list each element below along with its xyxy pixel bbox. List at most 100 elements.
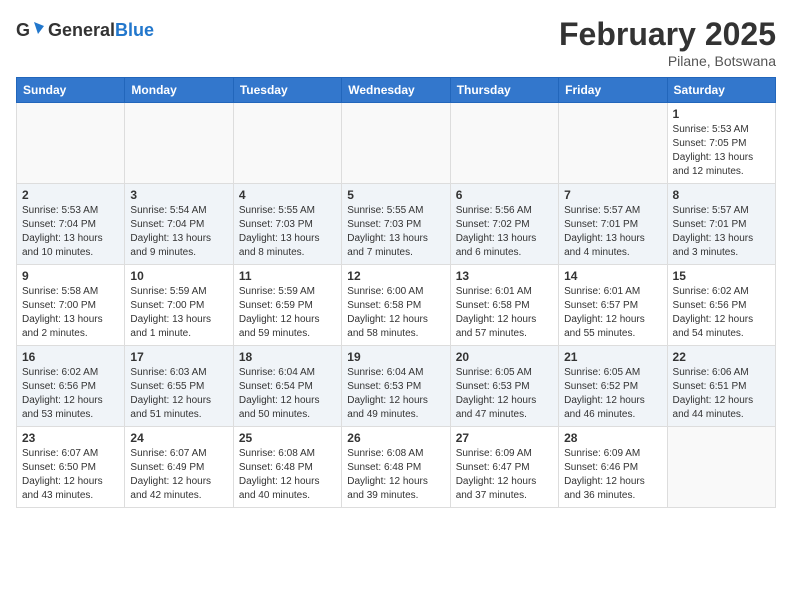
day-number: 11	[239, 269, 336, 283]
day-info: Sunrise: 5:59 AM Sunset: 7:00 PM Dayligh…	[130, 285, 227, 341]
day-info: Sunrise: 6:08 AM Sunset: 6:48 PM Dayligh…	[239, 447, 336, 503]
day-info: Sunrise: 6:07 AM Sunset: 6:49 PM Dayligh…	[130, 447, 227, 503]
calendar-cell: 4 Sunrise: 5:55 AM Sunset: 7:03 PM Daylig…	[233, 184, 341, 265]
calendar-cell	[233, 103, 341, 184]
day-number: 2	[22, 188, 119, 202]
day-number: 21	[564, 350, 661, 364]
calendar-cell	[17, 103, 125, 184]
calendar-cell: 1 Sunrise: 5:53 AM Sunset: 7:05 PM Daylig…	[667, 103, 775, 184]
page-header: G GeneralBlue February 2025 Pilane, Bots…	[16, 16, 776, 69]
day-number: 4	[239, 188, 336, 202]
day-number: 19	[347, 350, 444, 364]
day-number: 13	[456, 269, 553, 283]
calendar-cell: 22 Sunrise: 6:06 AM Sunset: 6:51 PM Dayli…	[667, 346, 775, 427]
day-number: 20	[456, 350, 553, 364]
title-block: February 2025 Pilane, Botswana	[559, 16, 776, 69]
day-info: Sunrise: 6:04 AM Sunset: 6:54 PM Dayligh…	[239, 366, 336, 422]
calendar-cell: 2 Sunrise: 5:53 AM Sunset: 7:04 PM Daylig…	[17, 184, 125, 265]
calendar-cell: 15 Sunrise: 6:02 AM Sunset: 6:56 PM Dayli…	[667, 265, 775, 346]
calendar-cell: 5 Sunrise: 5:55 AM Sunset: 7:03 PM Daylig…	[342, 184, 450, 265]
logo-icon: G	[16, 16, 44, 44]
location: Pilane, Botswana	[559, 53, 776, 69]
day-info: Sunrise: 6:09 AM Sunset: 6:47 PM Dayligh…	[456, 447, 553, 503]
calendar-cell: 8Sunrise: 5:57 AM Sunset: 7:01 PM Daylig…	[667, 184, 775, 265]
col-monday: Monday	[125, 78, 233, 103]
calendar-cell	[342, 103, 450, 184]
day-info: Sunrise: 6:08 AM Sunset: 6:48 PM Dayligh…	[347, 447, 444, 503]
day-number: 10	[130, 269, 227, 283]
calendar-cell: 12Sunrise: 6:00 AM Sunset: 6:58 PM Dayli…	[342, 265, 450, 346]
calendar-cell: 19 Sunrise: 6:04 AM Sunset: 6:53 PM Dayli…	[342, 346, 450, 427]
calendar-cell	[125, 103, 233, 184]
col-wednesday: Wednesday	[342, 78, 450, 103]
day-info: Sunrise: 6:02 AM Sunset: 6:56 PM Dayligh…	[673, 285, 770, 341]
calendar-cell: 9Sunrise: 5:58 AM Sunset: 7:00 PM Daylig…	[17, 265, 125, 346]
calendar-week-1: 1 Sunrise: 5:53 AM Sunset: 7:05 PM Daylig…	[17, 103, 776, 184]
day-number: 24	[130, 431, 227, 445]
col-tuesday: Tuesday	[233, 78, 341, 103]
calendar-cell: 11 Sunrise: 5:59 AM Sunset: 6:59 PM Dayli…	[233, 265, 341, 346]
month-title: February 2025	[559, 16, 776, 53]
day-info: Sunrise: 5:53 AM Sunset: 7:05 PM Dayligh…	[673, 123, 770, 179]
day-info: Sunrise: 5:57 AM Sunset: 7:01 PM Dayligh…	[564, 204, 661, 260]
day-info: Sunrise: 6:09 AM Sunset: 6:46 PM Dayligh…	[564, 447, 661, 503]
calendar-week-2: 2 Sunrise: 5:53 AM Sunset: 7:04 PM Daylig…	[17, 184, 776, 265]
calendar-cell: 7 Sunrise: 5:57 AM Sunset: 7:01 PM Daylig…	[559, 184, 667, 265]
day-info: Sunrise: 6:03 AM Sunset: 6:55 PM Dayligh…	[130, 366, 227, 422]
day-info: Sunrise: 5:55 AM Sunset: 7:03 PM Dayligh…	[239, 204, 336, 260]
logo-blue: Blue	[115, 20, 154, 40]
calendar-cell	[450, 103, 558, 184]
calendar-cell: 18 Sunrise: 6:04 AM Sunset: 6:54 PM Dayli…	[233, 346, 341, 427]
calendar-cell: 14Sunrise: 6:01 AM Sunset: 6:57 PM Dayli…	[559, 265, 667, 346]
day-info: Sunrise: 6:05 AM Sunset: 6:53 PM Dayligh…	[456, 366, 553, 422]
day-number: 9	[22, 269, 119, 283]
calendar-cell: 20 Sunrise: 6:05 AM Sunset: 6:53 PM Dayli…	[450, 346, 558, 427]
day-number: 26	[347, 431, 444, 445]
day-info: Sunrise: 6:01 AM Sunset: 6:57 PM Dayligh…	[564, 285, 661, 341]
day-number: 15	[673, 269, 770, 283]
day-info: Sunrise: 5:54 AM Sunset: 7:04 PM Dayligh…	[130, 204, 227, 260]
calendar-cell: 25 Sunrise: 6:08 AM Sunset: 6:48 PM Dayli…	[233, 427, 341, 508]
calendar-cell	[559, 103, 667, 184]
calendar: Sunday Monday Tuesday Wednesday Thursday…	[16, 77, 776, 508]
day-number: 23	[22, 431, 119, 445]
day-number: 18	[239, 350, 336, 364]
day-number: 1	[673, 107, 770, 121]
day-number: 6	[456, 188, 553, 202]
col-saturday: Saturday	[667, 78, 775, 103]
calendar-body: 1 Sunrise: 5:53 AM Sunset: 7:05 PM Daylig…	[17, 103, 776, 508]
day-info: Sunrise: 6:07 AM Sunset: 6:50 PM Dayligh…	[22, 447, 119, 503]
day-number: 16	[22, 350, 119, 364]
day-number: 7	[564, 188, 661, 202]
day-number: 17	[130, 350, 227, 364]
day-info: Sunrise: 5:56 AM Sunset: 7:02 PM Dayligh…	[456, 204, 553, 260]
day-info: Sunrise: 6:06 AM Sunset: 6:51 PM Dayligh…	[673, 366, 770, 422]
day-number: 5	[347, 188, 444, 202]
svg-text:G: G	[16, 20, 30, 40]
calendar-week-4: 16Sunrise: 6:02 AM Sunset: 6:56 PM Dayli…	[17, 346, 776, 427]
calendar-cell: 16Sunrise: 6:02 AM Sunset: 6:56 PM Dayli…	[17, 346, 125, 427]
logo-general: General	[48, 20, 115, 40]
calendar-week-5: 23 Sunrise: 6:07 AM Sunset: 6:50 PM Dayli…	[17, 427, 776, 508]
header-row: Sunday Monday Tuesday Wednesday Thursday…	[17, 78, 776, 103]
day-number: 22	[673, 350, 770, 364]
calendar-cell: 26 Sunrise: 6:08 AM Sunset: 6:48 PM Dayli…	[342, 427, 450, 508]
calendar-cell: 21 Sunrise: 6:05 AM Sunset: 6:52 PM Dayli…	[559, 346, 667, 427]
day-info: Sunrise: 5:59 AM Sunset: 6:59 PM Dayligh…	[239, 285, 336, 341]
day-info: Sunrise: 5:57 AM Sunset: 7:01 PM Dayligh…	[673, 204, 770, 260]
day-info: Sunrise: 6:05 AM Sunset: 6:52 PM Dayligh…	[564, 366, 661, 422]
calendar-cell: 6 Sunrise: 5:56 AM Sunset: 7:02 PM Daylig…	[450, 184, 558, 265]
day-number: 25	[239, 431, 336, 445]
day-info: Sunrise: 6:00 AM Sunset: 6:58 PM Dayligh…	[347, 285, 444, 341]
logo: G GeneralBlue	[16, 16, 154, 44]
day-info: Sunrise: 6:04 AM Sunset: 6:53 PM Dayligh…	[347, 366, 444, 422]
calendar-cell: 28 Sunrise: 6:09 AM Sunset: 6:46 PM Dayli…	[559, 427, 667, 508]
day-info: Sunrise: 5:55 AM Sunset: 7:03 PM Dayligh…	[347, 204, 444, 260]
day-number: 3	[130, 188, 227, 202]
calendar-header: Sunday Monday Tuesday Wednesday Thursday…	[17, 78, 776, 103]
calendar-cell: 23 Sunrise: 6:07 AM Sunset: 6:50 PM Dayli…	[17, 427, 125, 508]
day-info: Sunrise: 5:53 AM Sunset: 7:04 PM Dayligh…	[22, 204, 119, 260]
day-info: Sunrise: 6:01 AM Sunset: 6:58 PM Dayligh…	[456, 285, 553, 341]
calendar-cell: 3 Sunrise: 5:54 AM Sunset: 7:04 PM Daylig…	[125, 184, 233, 265]
day-number: 28	[564, 431, 661, 445]
